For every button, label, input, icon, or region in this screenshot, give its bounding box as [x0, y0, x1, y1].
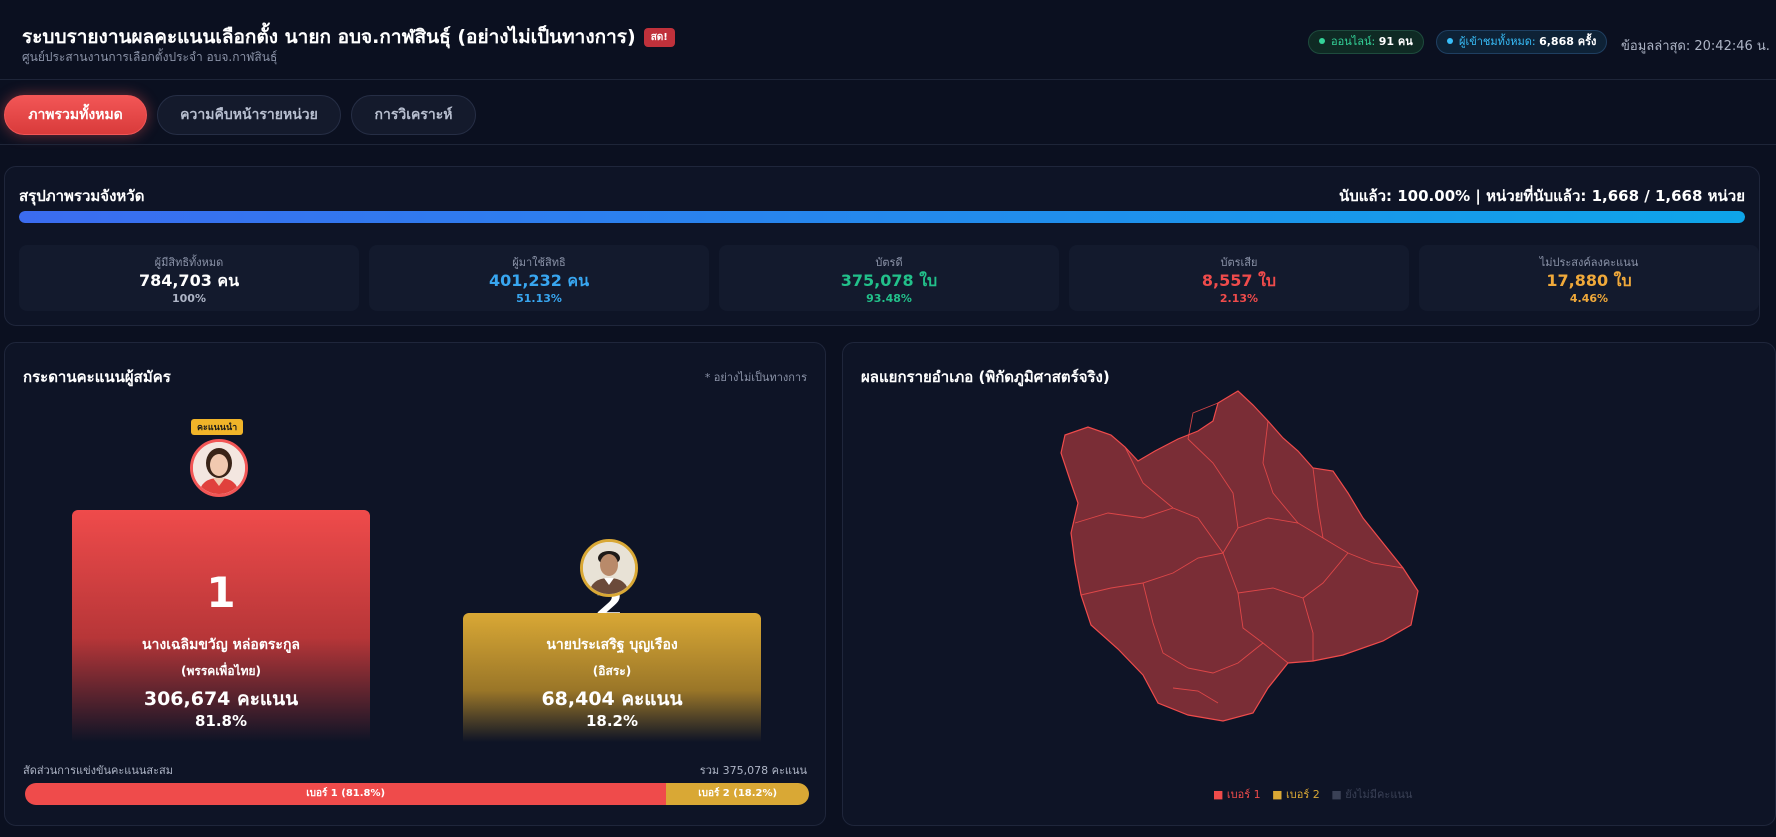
- podium-candidate-2: นายประเสริฐ บุญเรือง (อิสระ) 68,404 คะแน…: [463, 613, 761, 742]
- person-portrait-icon: [193, 442, 245, 494]
- visits-label: ผู้เข้าชมทั้งหมด:: [1459, 35, 1536, 48]
- count-progress-bar: [19, 211, 1745, 223]
- candidate-percent: 81.8%: [194, 712, 248, 730]
- count-progress-fill: [19, 211, 1745, 223]
- tab-analysis[interactable]: การวิเคราะห์: [351, 95, 476, 135]
- candidate-name: นายประเสริฐ บุญเรือง: [546, 637, 678, 653]
- online-value: 91 คน: [1378, 35, 1413, 48]
- last-updated: ข้อมูลล่าสุด: 20:42:46 น.: [1621, 39, 1770, 54]
- district-map: [1060, 390, 1419, 722]
- stat-value: 784,703 คน: [138, 271, 240, 290]
- tabs-divider: [0, 144, 1776, 145]
- share-label: สัดส่วนการแข่งขันคะแนนสะสม: [23, 764, 174, 777]
- district-map-panel: ผลแยกรายอำเภอ (พิกัดภูมิศาสตร์จริง) ■ เบ…: [842, 342, 1776, 826]
- candidate-rank: 1: [206, 568, 236, 617]
- candidate-percent: 18.2%: [585, 712, 639, 730]
- candidate-votes: 68,404 คะแนน: [541, 688, 683, 710]
- stat-no-vote: ไม่ประสงค์ลงคะแนน 17,880 ใบ 4.46%: [1419, 245, 1759, 311]
- stat-percent: 4.46%: [1569, 292, 1609, 305]
- tab-unit-progress[interactable]: ความคืบหน้ารายหน่วย: [157, 95, 341, 135]
- stat-valid-ballots: บัตรดี 375,078 ใบ 93.48%: [719, 245, 1059, 311]
- stat-turnout: ผู้มาใช้สิทธิ 401,232 คน 51.13%: [369, 245, 709, 311]
- visits-count-badge: ผู้เข้าชมทั้งหมด: 6,868 ครั้ง: [1436, 30, 1608, 54]
- tab-overview[interactable]: ภาพรวมทั้งหมด: [4, 95, 147, 135]
- legend-candidate-1: ■ เบอร์ 1: [1213, 788, 1261, 801]
- province-shape: [1060, 390, 1419, 722]
- stat-eligible: ผู้มีสิทธิทั้งหมด 784,703 คน 100%: [19, 245, 359, 311]
- stat-value: 8,557 ใบ: [1201, 271, 1277, 290]
- candidate-scoreboard: กระดานคะแนนผู้สมัคร * อย่างไม่เป็นทางการ…: [4, 342, 826, 826]
- vote-share-bar: เบอร์ 1 (81.8%) เบอร์ 2 (18.2%): [25, 783, 809, 805]
- online-dot-icon: [1319, 38, 1325, 44]
- stat-percent: 100%: [172, 292, 206, 305]
- header-bar: ระบบรายงานผลคะแนนเลือกตั้ง นายก อบจ.กาฬส…: [0, 0, 1776, 80]
- page-title-text: ระบบรายงานผลคะแนนเลือกตั้ง นายก อบจ.กาฬส…: [22, 26, 636, 48]
- share-segment-2: เบอร์ 2 (18.2%): [666, 783, 809, 805]
- stat-value: 401,232 คน: [488, 271, 590, 290]
- stat-invalid-ballots: บัตรเสีย 8,557 ใบ 2.13%: [1069, 245, 1409, 311]
- map-legend: ■ เบอร์ 1 ■ เบอร์ 2 ■ ยังไม่มีคะแนน: [1213, 785, 1420, 803]
- candidate-1-avatar: [190, 439, 248, 497]
- stat-percent: 2.13%: [1219, 292, 1259, 305]
- live-badge: สด!: [643, 28, 675, 47]
- summary-title: สรุปภาพรวมจังหวัด: [19, 187, 145, 205]
- online-label: ออนไลน์:: [1331, 35, 1376, 48]
- candidate-2-avatar: [580, 539, 638, 597]
- legend-no-data: ■ ยังไม่มีคะแนน: [1331, 788, 1413, 801]
- person-portrait-icon: [583, 542, 635, 594]
- stat-percent: 93.48%: [866, 292, 912, 305]
- online-count-badge: ออนไลน์: 91 คน: [1308, 30, 1424, 54]
- visits-value: 6,868 ครั้ง: [1539, 35, 1597, 48]
- count-progress-text: นับแล้ว: 100.00% | หน่วยที่นับแล้ว: 1,66…: [1338, 187, 1745, 205]
- podium-candidate-1: 1 นางเฉลิมขวัญ หล่อตระกูล (พรรคเพื่อไทย)…: [72, 510, 370, 742]
- leading-badge: คะแนนนำ: [191, 419, 244, 435]
- stat-value: 17,880 ใบ: [1546, 271, 1632, 290]
- candidate-votes: 306,674 คะแนน: [143, 688, 299, 710]
- share-segment-1: เบอร์ 1 (81.8%): [25, 783, 667, 805]
- visits-dot-icon: [1447, 38, 1453, 44]
- province-summary-card: สรุปภาพรวมจังหวัด นับแล้ว: 100.00% | หน่…: [4, 166, 1760, 326]
- candidate-name: นางเฉลิมขวัญ หล่อตระกูล: [141, 637, 301, 653]
- page-subtitle: ศูนย์ประสานงานการเลือกตั้งประจำ อบจ.กาฬส…: [22, 50, 278, 64]
- legend-candidate-2: ■ เบอร์ 2: [1272, 788, 1320, 801]
- candidate-party: (พรรคเพื่อไทย): [181, 664, 261, 678]
- share-total: รวม 375,078 คะแนน: [699, 764, 807, 777]
- stat-percent: 51.13%: [516, 292, 562, 305]
- scoreboard-title: กระดานคะแนนผู้สมัคร: [23, 368, 171, 386]
- province-outline[interactable]: [1060, 390, 1419, 722]
- unofficial-note: * อย่างไม่เป็นทางการ: [704, 371, 807, 384]
- candidate-party: (อิสระ): [592, 664, 632, 678]
- stat-value: 375,078 ใบ: [840, 271, 938, 290]
